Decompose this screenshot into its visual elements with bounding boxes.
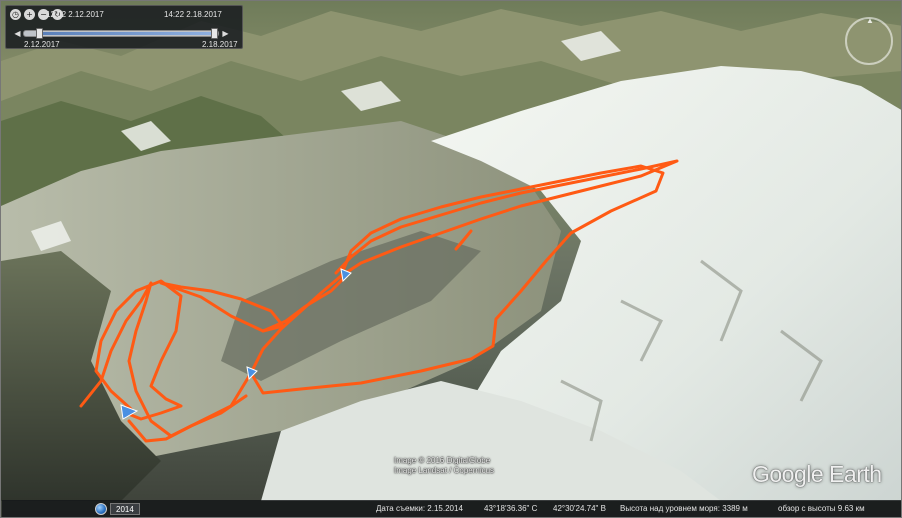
latitude-readout: 43°18'36.36" С <box>484 504 538 513</box>
slider-start-time: 12:02 2.12.2017 <box>46 10 104 19</box>
slider-end-date: 2.18.2017 <box>202 40 238 49</box>
imagery-date: Дата съемки: 2.15.2014 <box>376 504 463 513</box>
compass-north-icon: ▲ <box>866 16 874 25</box>
clock-icon[interactable]: ◷ <box>10 9 21 20</box>
time-slider-track[interactable] <box>23 28 219 39</box>
elevation-readout: Высота над уровнем моря: 3389 м <box>620 504 748 513</box>
attribution-line-1: Image © 2016 DigitalGlobe <box>394 456 491 465</box>
imagery-attribution: Image © 2016 DigitalGlobe Image Landsat … <box>394 456 494 476</box>
globe-icon[interactable] <box>95 503 107 515</box>
time-slider-panel: ◷ + − ↻ 12:02 2.12.2017 14:22 2.18.2017 … <box>5 5 243 49</box>
compass-icon[interactable]: ▲ <box>845 17 893 65</box>
slider-start-handle[interactable] <box>36 28 43 39</box>
map-viewport[interactable]: ◷ + − ↻ 12:02 2.12.2017 14:22 2.18.2017 … <box>0 0 902 518</box>
attribution-line-2: Image Landsat / Copernicus <box>394 466 495 475</box>
status-bar: 2014 Дата съемки: 2.15.2014 43°18'36.36"… <box>2 500 901 517</box>
eye-altitude-readout: обзор с высоты 9.63 км <box>778 504 865 513</box>
slider-end-handle[interactable] <box>211 28 218 39</box>
slider-forward-icon[interactable]: ▶ <box>221 28 230 39</box>
google-earth-logo: Google Earth <box>752 461 882 487</box>
slider-back-icon[interactable]: ◀ <box>13 28 22 39</box>
longitude-readout: 42°30'24.74" В <box>553 504 606 513</box>
zoom-in-icon[interactable]: + <box>24 9 35 20</box>
historical-imagery-year[interactable]: 2014 <box>110 503 140 515</box>
slider-end-time: 14:22 2.18.2017 <box>164 10 222 19</box>
time-slider-range <box>38 32 212 35</box>
terrain-view[interactable] <box>1 1 902 518</box>
slider-start-date: 2.12.2017 <box>24 40 60 49</box>
